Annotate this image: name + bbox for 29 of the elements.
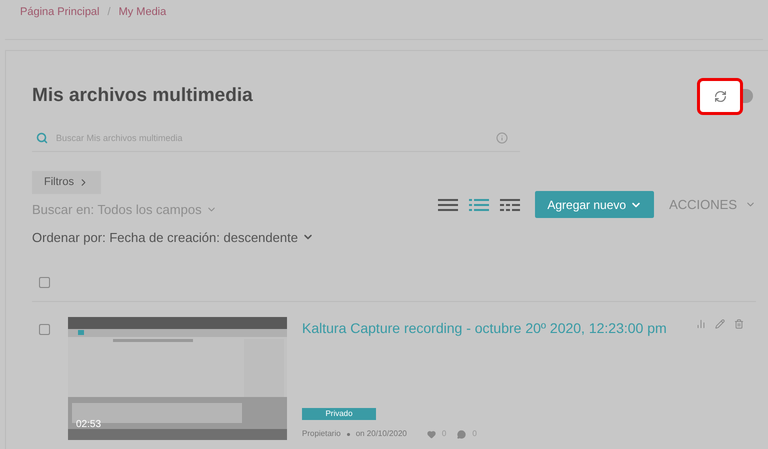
- checkbox[interactable]: [39, 277, 50, 288]
- privacy-badge: Privado: [302, 408, 376, 420]
- toggle-knob[interactable]: [743, 89, 753, 103]
- actions-dropdown[interactable]: ACCIONES: [669, 194, 756, 214]
- refresh-icon: [714, 90, 726, 102]
- page-title: Mis archivos multimedia: [32, 84, 253, 108]
- entry-date: on 20/10/2020: [356, 428, 407, 440]
- analytics-icon[interactable]: [696, 319, 706, 329]
- delete-icon[interactable]: [734, 319, 744, 329]
- checkbox[interactable]: [39, 324, 50, 335]
- info-icon[interactable]: [496, 132, 508, 144]
- comment-icon: [457, 430, 466, 438]
- breadcrumb-link[interactable]: My Media: [118, 4, 166, 21]
- heart-icon: [426, 430, 436, 438]
- video-duration: 02:53: [76, 418, 102, 432]
- breadcrumb-link[interactable]: Página Principal: [20, 4, 100, 21]
- filters-button[interactable]: Filtros: [32, 171, 101, 194]
- add-new-button[interactable]: Agregar nuevo: [535, 191, 654, 218]
- table-view-icon[interactable]: [500, 198, 520, 212]
- sort-dropdown[interactable]: Ordenar por: Fecha de creación: descendente: [32, 228, 314, 247]
- entry-title-link[interactable]: Kaltura Capture recording - octubre 20º 2020, 12:23:00 pm: [302, 318, 667, 339]
- edit-icon[interactable]: [715, 319, 725, 329]
- lines-view-icon[interactable]: [438, 198, 458, 212]
- entry-owner: Propietario: [302, 428, 341, 440]
- refresh-button[interactable]: [697, 78, 743, 114]
- search-icon: [36, 132, 48, 144]
- details-view-icon[interactable]: [469, 198, 490, 212]
- breadcrumb-separator: /: [106, 5, 112, 20]
- search-in-dropdown[interactable]: Buscar en: Todos los campos: [32, 200, 314, 220]
